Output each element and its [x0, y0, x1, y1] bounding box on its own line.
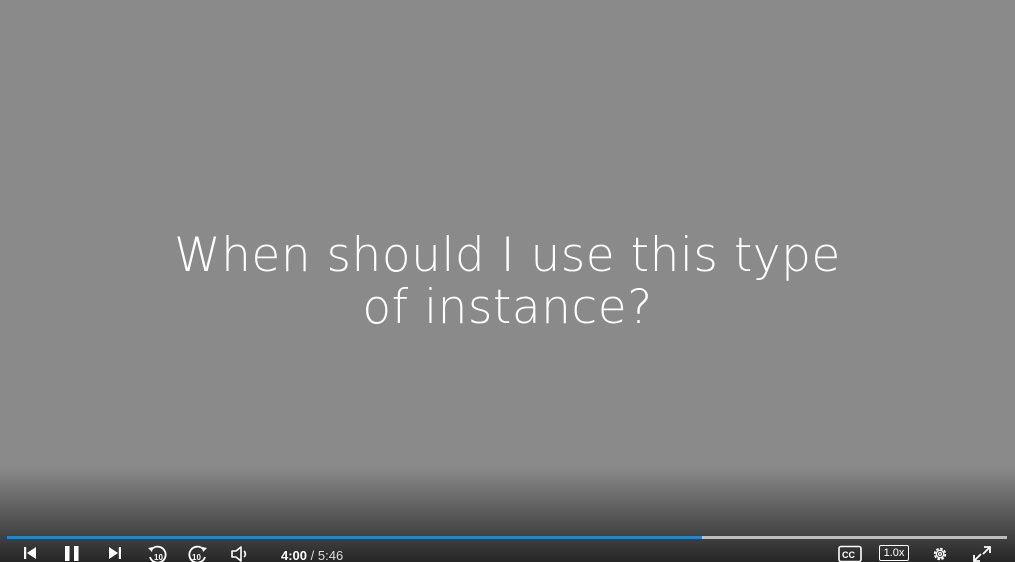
slide-title-line-1: When should I use this type [174, 228, 841, 283]
slide-title-line-2: of instance? [362, 280, 653, 335]
rewind-10-button[interactable]: 10 [146, 545, 168, 562]
time-display: 4:00 / 5:46 [281, 548, 343, 562]
captions-button[interactable]: CC [838, 545, 862, 562]
playback-speed-label: 1.0x [879, 545, 909, 561]
previous-button[interactable] [22, 545, 38, 561]
control-bar: 10 10 4:00 / 5:46 CC 1.0x [0, 543, 1015, 562]
forward-10-button[interactable]: 10 [187, 545, 209, 562]
gear-icon [933, 547, 947, 561]
time-separator: / [310, 548, 315, 562]
volume-icon [231, 546, 247, 562]
pause-icon [65, 546, 79, 561]
rewind-10-icon: 10 [148, 545, 167, 562]
svg-text:10: 10 [192, 553, 201, 562]
closed-captions-icon: CC [838, 545, 862, 562]
next-button[interactable] [107, 545, 123, 561]
current-time: 4:00 [281, 548, 308, 562]
slide-title: When should I use this type of instance? [0, 230, 1015, 334]
settings-button[interactable] [929, 545, 951, 562]
duration: 5:46 [317, 548, 344, 562]
fullscreen-button[interactable] [972, 545, 992, 562]
skip-next-icon [109, 547, 121, 559]
progress-fill [7, 536, 702, 539]
fullscreen-icon [973, 546, 991, 562]
pause-button[interactable] [63, 545, 81, 561]
svg-text:CC: CC [842, 550, 855, 560]
volume-button[interactable] [230, 545, 252, 562]
skip-previous-icon [24, 547, 36, 559]
video-player[interactable]: When should I use this type of instance? [0, 0, 1015, 562]
playback-speed-button[interactable]: 1.0x [879, 545, 909, 561]
progress-bar[interactable] [7, 536, 1007, 539]
forward-10-icon: 10 [188, 545, 207, 562]
svg-text:10: 10 [154, 553, 163, 562]
